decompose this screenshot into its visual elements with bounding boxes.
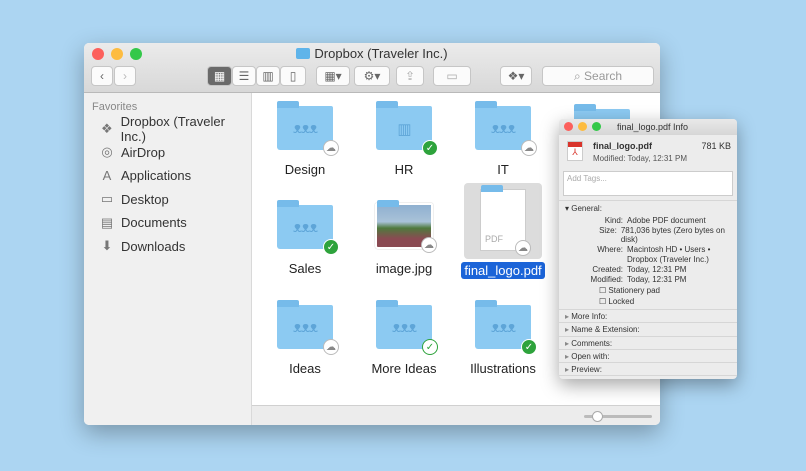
desktop-icon: ▭ [99, 191, 115, 207]
info-field: Modified:Today, 12:31 PM [565, 275, 731, 284]
info-panel: final_logo.pdf Info ⅄ final_logo.pdf 781… [559, 119, 737, 379]
info-modified: Modified: Today, 12:31 PM [593, 154, 737, 163]
action-gear-button[interactable]: ⚙▾ [354, 66, 390, 86]
gallery-view-button[interactable]: ▯ [280, 66, 306, 86]
sync-status-icon: ✓ [323, 239, 339, 255]
icon-view-button[interactable]: ▦ [207, 66, 232, 86]
list-view-button[interactable]: ☰ [232, 66, 256, 86]
file-name-label: image.jpg [373, 260, 435, 277]
tags-button[interactable]: ▭ [433, 66, 471, 86]
tags-input[interactable]: Add Tags... [563, 171, 733, 196]
sidebar-item-desktop[interactable]: ▭Desktop [84, 188, 251, 212]
image-thumbnail: ☁ [375, 203, 433, 249]
info-field: Size:781,036 bytes (Zero bytes on disk) [565, 226, 731, 244]
close-button[interactable] [564, 122, 573, 131]
dropbox-menu-button[interactable]: ❖▾ [500, 66, 532, 86]
arrange-button[interactable]: ▦▾ [316, 66, 350, 86]
sync-status-icon: ✓ [521, 339, 537, 355]
sync-status-icon: ☁ [421, 237, 437, 253]
downloads-icon: ⬇ [99, 238, 115, 254]
slider-thumb[interactable] [592, 411, 603, 422]
folder-icon: ▥✓ [376, 106, 432, 150]
info-title: final_logo.pdf Info [617, 122, 688, 132]
info-field: Created:Today, 12:31 PM [565, 265, 731, 274]
zoom-button[interactable] [592, 122, 601, 131]
sidebar: Favorites ❖Dropbox (Traveler Inc.) ◎AirD… [84, 93, 252, 425]
file-item[interactable]: ᴥᴥᴥ✓ More Ideas [354, 305, 454, 378]
pdf-file-icon: PDF☁ [480, 189, 526, 251]
file-item[interactable]: ᴥᴥᴥ✓ Sales [255, 205, 355, 278]
back-button[interactable]: ‹ [91, 66, 113, 86]
info-section-toggle[interactable]: ▸ Comments: [559, 336, 737, 349]
window-title: Dropbox (Traveler Inc.) [84, 46, 660, 61]
file-name-label: IT [494, 161, 512, 178]
minimize-button[interactable] [578, 122, 587, 131]
folder-icon: ᴥᴥᴥ✓ [475, 305, 531, 349]
search-field[interactable]: ⌕ Search [542, 66, 654, 86]
info-filename: final_logo.pdf [593, 141, 652, 151]
sidebar-item-documents[interactable]: ▤Documents [84, 211, 251, 235]
sync-status-icon: ✓ [422, 339, 438, 355]
sidebar-item-applications[interactable]: AApplications [84, 164, 251, 188]
folder-icon: ᴥᴥᴥ✓ [376, 305, 432, 349]
sync-status-icon: ✓ [422, 140, 438, 156]
locked-checkbox[interactable]: ☐ Locked [565, 297, 731, 306]
icon-size-slider[interactable] [584, 415, 652, 418]
file-name-label: final_logo.pdf [461, 262, 544, 279]
info-field: Where:Macintosh HD • Users • [565, 245, 731, 254]
info-section-toggle[interactable]: ▸ Sharing & Permissions: [559, 375, 737, 379]
folder-icon: ᴥᴥᴥ☁ [277, 106, 333, 150]
info-section-toggle[interactable]: ▸ Name & Extension: [559, 322, 737, 335]
info-section-toggle[interactable]: ▸ More Info: [559, 309, 737, 322]
sidebar-item-airdrop[interactable]: ◎AirDrop [84, 141, 251, 165]
folder-icon: ᴥᴥᴥ☁ [277, 305, 333, 349]
status-bar [252, 405, 660, 425]
column-view-button[interactable]: ▥ [256, 66, 280, 86]
file-name-label: Design [282, 161, 328, 178]
sync-status-icon: ☁ [323, 140, 339, 156]
sync-status-icon: ☁ [521, 140, 537, 156]
file-item[interactable]: ▥✓ HR [354, 106, 454, 179]
documents-icon: ▤ [99, 215, 115, 231]
file-item[interactable]: ☁ image.jpg [354, 205, 454, 278]
sync-status-icon: ☁ [323, 339, 339, 355]
file-item[interactable]: ᴥᴥᴥ✓ Illustrations [453, 305, 553, 378]
general-toggle[interactable]: ▾ General: [565, 204, 731, 213]
file-item[interactable]: ᴥᴥᴥ☁ IT [453, 106, 553, 179]
sidebar-item-dropbox[interactable]: ❖Dropbox (Traveler Inc.) [84, 117, 251, 141]
info-section-toggle[interactable]: ▸ Open with: [559, 349, 737, 362]
file-item[interactable]: ᴥᴥᴥ☁ Ideas [255, 305, 355, 378]
sidebar-item-downloads[interactable]: ⬇Downloads [84, 235, 251, 259]
stationery-checkbox[interactable]: ☐ Stationery pad [565, 286, 731, 295]
file-name-label: Illustrations [467, 360, 539, 377]
toolbar: Dropbox (Traveler Inc.) ‹ › ▦ ☰ ▥ ▯ ▦▾ ⚙… [84, 43, 660, 93]
file-name-label: Sales [286, 260, 325, 277]
forward-button[interactable]: › [114, 66, 136, 86]
folder-icon: ᴥᴥᴥ✓ [277, 205, 333, 249]
info-field: Dropbox (Traveler Inc.) [565, 255, 731, 264]
file-item[interactable]: ᴥᴥᴥ☁ Design [255, 106, 355, 179]
sync-status-icon: ☁ [515, 240, 531, 256]
sidebar-heading: Favorites [92, 101, 251, 113]
general-section: ▾ General: Kind:Adobe PDF documentSize:7… [559, 200, 737, 309]
file-name-label: More Ideas [368, 360, 439, 377]
file-item[interactable]: PDF☁final_logo.pdf [453, 205, 553, 280]
airdrop-icon: ◎ [99, 144, 115, 160]
dropbox-icon: ❖ [99, 121, 115, 137]
info-size: 781 KB [701, 141, 731, 151]
info-section-toggle[interactable]: ▸ Preview: [559, 362, 737, 375]
file-name-label: HR [392, 161, 417, 178]
folder-icon: ᴥᴥᴥ☁ [475, 106, 531, 150]
share-button[interactable]: ⇪ [396, 66, 424, 86]
search-icon: ⌕ [574, 69, 584, 84]
info-field: Kind:Adobe PDF document [565, 216, 731, 225]
folder-icon [296, 48, 310, 59]
pdf-file-icon: ⅄ [567, 141, 583, 161]
file-name-label: Ideas [286, 360, 324, 377]
applications-icon: A [99, 168, 115, 183]
